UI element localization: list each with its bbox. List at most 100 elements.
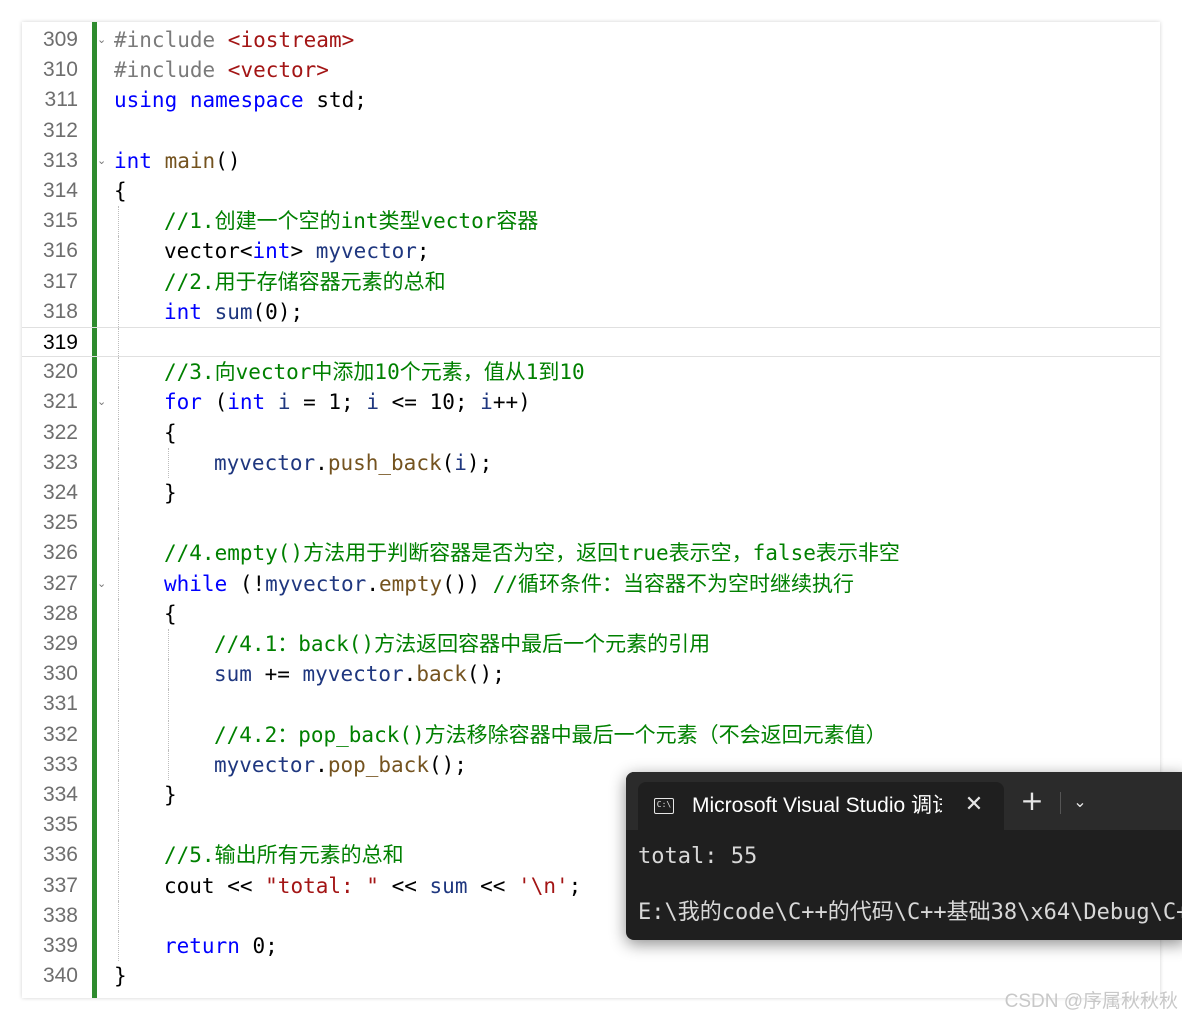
console-window[interactable]: C:\ Microsoft Visual Studio 调试控制台 ✕ + ⌄ … bbox=[626, 772, 1182, 940]
line-number: 325 bbox=[42, 511, 78, 535]
fold-chevron-icon[interactable]: ⌄ bbox=[97, 387, 107, 417]
fold-chevron-icon[interactable]: ⌄ bbox=[97, 25, 107, 55]
code-text: //5.输出所有元素的总和 bbox=[164, 840, 404, 870]
code-token: //4.1：back()方法返回容器中最后一个元素的引用 bbox=[214, 632, 711, 656]
code-token: . bbox=[315, 450, 328, 475]
code-token: . bbox=[403, 662, 417, 687]
code-line[interactable]: 310 #include <vector> bbox=[22, 55, 1160, 85]
code-token: int bbox=[252, 239, 291, 264]
code-token: "total: " bbox=[265, 873, 379, 898]
code-text: while (!myvector.empty()) //循环条件：当容器不为空时… bbox=[164, 569, 854, 599]
code-text: //3.向vector中添加10个元素，值从1到10 bbox=[164, 357, 585, 387]
line-number: 337 bbox=[42, 873, 78, 897]
code-token: myvector bbox=[315, 239, 417, 264]
code-token: i bbox=[366, 390, 379, 415]
new-tab-button[interactable]: + bbox=[1018, 786, 1046, 816]
line-number: 333 bbox=[42, 752, 78, 776]
code-text: //4.1：back()方法返回容器中最后一个元素的引用 bbox=[214, 629, 710, 659]
line-number: 319 bbox=[42, 331, 78, 354]
code-token: (); bbox=[466, 662, 505, 687]
code-text: myvector.push_back(i); bbox=[214, 448, 492, 478]
indent-guide bbox=[118, 266, 119, 297]
code-text: #include <iostream> bbox=[114, 25, 354, 55]
indent-guide bbox=[118, 538, 119, 569]
code-line[interactable]: 321 ⌄ for (int i = 1; i <= 10; i++) bbox=[22, 387, 1160, 418]
line-number: 336 bbox=[42, 843, 78, 867]
console-tab-title: Microsoft Visual Studio 调试控制台 bbox=[692, 794, 942, 817]
indent-guide bbox=[118, 719, 119, 750]
code-line[interactable]: 309 ⌄ #include <iostream> bbox=[22, 25, 1160, 55]
line-number: 338 bbox=[42, 903, 78, 927]
code-line[interactable]: 326 //4.empty()方法用于判断容器是否为空，返回true表示空，fal… bbox=[22, 538, 1160, 569]
fold-chevron-icon[interactable]: ⌄ bbox=[97, 146, 107, 176]
code-token: { bbox=[114, 179, 127, 203]
code-token: i bbox=[454, 450, 467, 475]
code-line[interactable]: 330 sum += myvector.back(); bbox=[22, 659, 1160, 690]
code-line[interactable]: 325 bbox=[22, 508, 1160, 539]
line-number: 311 bbox=[44, 88, 78, 112]
code-token: int bbox=[227, 390, 266, 415]
line-number: 313 bbox=[42, 148, 78, 172]
line-number: 331 bbox=[42, 692, 78, 716]
line-number: 329 bbox=[42, 632, 78, 655]
code-line[interactable]: 331 bbox=[22, 689, 1160, 720]
indent-guide bbox=[168, 629, 169, 659]
code-line[interactable]: 311 using namespace std; bbox=[22, 85, 1160, 115]
indent-guide bbox=[118, 447, 119, 478]
line-number: 330 bbox=[42, 662, 78, 686]
code-token: ; bbox=[416, 239, 430, 264]
code-token: (0); bbox=[252, 299, 304, 324]
code-text: { bbox=[164, 418, 177, 448]
line-number: 314 bbox=[42, 179, 78, 202]
code-token: sum bbox=[214, 662, 252, 687]
code-line[interactable]: 328 { bbox=[22, 598, 1160, 629]
watermark: CSDN @序属秋秋秋 bbox=[1004, 991, 1178, 1012]
code-line[interactable]: 319 bbox=[22, 327, 1160, 358]
code-token: '\n' bbox=[518, 873, 569, 898]
code-line[interactable]: 322 { bbox=[22, 417, 1160, 448]
code-line[interactable]: 323 myvector.push_back(i); bbox=[22, 447, 1160, 478]
chevron-down-icon[interactable]: ⌄ bbox=[1066, 788, 1094, 816]
indent-guide bbox=[118, 598, 119, 629]
code-line[interactable]: 318 int sum(0); bbox=[22, 296, 1160, 327]
line-number: 332 bbox=[42, 722, 78, 746]
code-token: . bbox=[315, 752, 328, 777]
code-token: push_back bbox=[327, 450, 442, 475]
code-text: //4.empty()方法用于判断容器是否为空，返回true表示空，false表… bbox=[164, 538, 900, 568]
code-text: vector<int> myvector; bbox=[164, 236, 430, 266]
code-token: <= 10; bbox=[379, 390, 481, 415]
indent-guide bbox=[118, 296, 119, 327]
code-token: int bbox=[114, 148, 152, 173]
code-line[interactable]: 327 ⌄ while (!myvector.empty()) //循环条件：当容器… bbox=[22, 568, 1160, 599]
indent-guide bbox=[118, 780, 119, 810]
code-line[interactable]: 315 //1.创建一个空的int类型vector容器 bbox=[22, 206, 1160, 237]
code-text: cout << "total: " << sum << '\n'; bbox=[164, 871, 581, 901]
code-line[interactable]: 313 ⌄ int main() bbox=[22, 146, 1160, 176]
code-line[interactable]: 320 //3.向vector中添加10个元素，值从1到10 bbox=[22, 357, 1160, 388]
indent-guide bbox=[118, 749, 119, 780]
indent-guide bbox=[118, 659, 119, 690]
close-tab-button[interactable]: ✕ bbox=[960, 790, 988, 820]
code-line[interactable]: 312 bbox=[22, 116, 1160, 146]
code-text: { bbox=[164, 599, 177, 629]
console-titlebar[interactable]: C:\ Microsoft Visual Studio 调试控制台 ✕ + ⌄ bbox=[626, 772, 1182, 830]
code-line[interactable]: 314 { bbox=[22, 176, 1160, 206]
code-token: while bbox=[164, 571, 228, 596]
code-token: //3.向vector中添加10个元素，值从1到10 bbox=[164, 360, 585, 385]
fold-chevron-icon[interactable]: ⌄ bbox=[97, 569, 107, 599]
console-tab[interactable]: C:\ Microsoft Visual Studio 调试控制台 ✕ bbox=[638, 782, 1004, 830]
code-line[interactable]: 329 //4.1：back()方法返回容器中最后一个元素的引用 bbox=[22, 629, 1160, 659]
code-line[interactable]: 317 //2.用于存储容器元素的总和 bbox=[22, 266, 1160, 297]
code-token: pop_back bbox=[327, 752, 429, 777]
line-number: 321 bbox=[42, 390, 78, 414]
code-line[interactable]: 324} bbox=[22, 478, 1160, 508]
code-line[interactable]: 316 vector<int> myvector; bbox=[22, 236, 1160, 267]
code-text: return 0; bbox=[164, 931, 278, 961]
indent-guide bbox=[168, 689, 169, 720]
code-token: <vector> bbox=[227, 58, 329, 83]
code-token: << bbox=[467, 873, 519, 898]
code-line[interactable]: 340} bbox=[22, 961, 1160, 991]
code-line[interactable]: 332 //4.2：pop_back()方法移除容器中最后一个元素（不会返回元素值… bbox=[22, 719, 1160, 750]
